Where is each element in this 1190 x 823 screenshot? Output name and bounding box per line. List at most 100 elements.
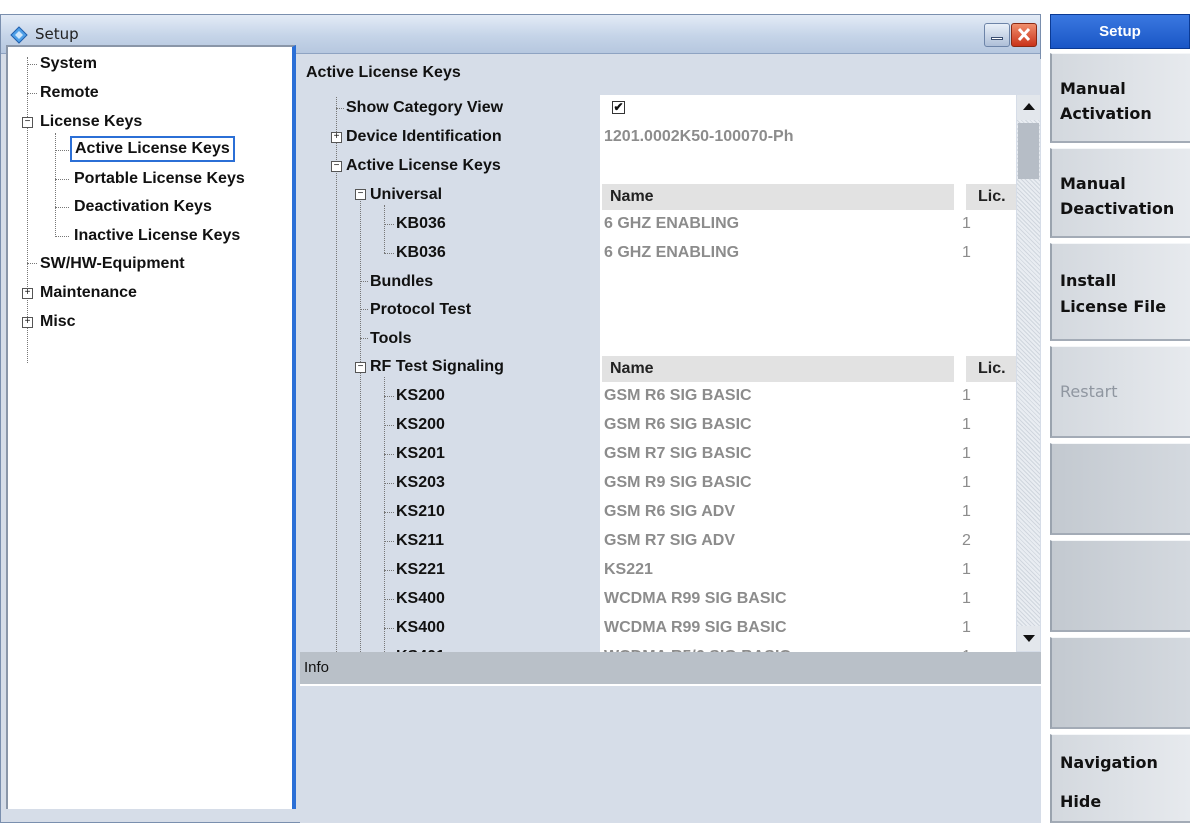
info-panel — [300, 684, 1041, 823]
panel-title: Active License Keys — [306, 64, 461, 81]
collapse-icon[interactable]: − — [22, 117, 33, 128]
panel-header: Active License Keys — [300, 59, 1041, 89]
softkey-bar: Setup Manual Activation Manual Deactivat… — [1041, 0, 1190, 823]
license-key-id[interactable]: KS401 — [396, 644, 445, 652]
expand-icon[interactable]: + — [331, 132, 342, 143]
arrow-down-icon — [1023, 635, 1035, 642]
license-count: 1 — [962, 416, 971, 433]
tree-connector — [384, 377, 385, 652]
tree-connector — [384, 541, 394, 542]
tree-connector — [384, 512, 394, 513]
license-name: GSM R7 SIG ADV — [604, 532, 735, 549]
column-header-name: Name — [610, 360, 654, 377]
tree-item-license-keys[interactable]: License Keys — [40, 109, 142, 135]
license-key-id[interactable]: KS210 — [396, 499, 445, 525]
tree-item-system[interactable]: System — [40, 51, 97, 77]
tree-item-misc[interactable]: Misc — [40, 309, 76, 335]
scroll-down-button[interactable] — [1017, 626, 1040, 651]
softkey-empty-3[interactable] — [1050, 637, 1190, 729]
tree-item-maintenance[interactable]: Maintenance — [40, 280, 137, 306]
license-key-id[interactable]: KB036 — [396, 240, 446, 266]
license-key-id[interactable]: KS201 — [396, 441, 445, 467]
tree-connector — [384, 396, 394, 397]
collapse-icon[interactable]: − — [355, 189, 366, 200]
license-key-id[interactable]: KS200 — [396, 383, 445, 409]
tree-connector — [55, 150, 69, 151]
close-button[interactable] — [1011, 23, 1037, 47]
active-license-keys-label[interactable]: Active License Keys — [346, 153, 501, 179]
value-cell — [600, 153, 1016, 182]
info-header: Info — [300, 652, 1041, 684]
tree-connector — [55, 236, 69, 237]
tree-item-inactive-license-keys[interactable]: Inactive License Keys — [74, 223, 240, 249]
license-count: 1 — [962, 445, 971, 462]
collapse-icon[interactable]: − — [355, 362, 366, 373]
license-count: 1 — [962, 644, 971, 652]
minimize-icon — [991, 37, 1003, 40]
license-count: 1 — [962, 503, 971, 520]
license-key-id[interactable]: KS221 — [396, 557, 445, 583]
softkey-header: Setup — [1050, 14, 1190, 49]
tree-item-sw-hw-equipment[interactable]: SW/HW-Equipment — [40, 251, 185, 277]
license-key-id[interactable]: KS203 — [396, 470, 445, 496]
tree-item-deactivation-keys[interactable]: Deactivation Keys — [74, 194, 212, 220]
license-key-id[interactable]: KS400 — [396, 586, 445, 612]
license-count: 2 — [962, 532, 971, 549]
softkey-empty-2[interactable] — [1050, 540, 1190, 632]
tree-connector — [384, 253, 394, 254]
license-name: 6 GHZ ENABLING — [604, 244, 740, 261]
navigation-hide-button[interactable]: Navigation Hide — [1050, 734, 1190, 823]
license-key-id[interactable]: KB036 — [396, 211, 446, 237]
tree-connector — [384, 570, 394, 571]
license-name: WCDMA R99 SIG BASIC — [604, 619, 787, 636]
license-name: GSM R6 SIG ADV — [604, 503, 735, 520]
tree-connector — [27, 263, 37, 264]
scroll-thumb[interactable] — [1018, 123, 1039, 179]
tools-label[interactable]: Tools — [370, 326, 411, 352]
tree-connector — [27, 93, 37, 94]
license-key-id[interactable]: KS200 — [396, 412, 445, 438]
manual-activation-button[interactable]: Manual Activation — [1050, 53, 1190, 143]
license-name: GSM R6 SIG BASIC — [604, 387, 752, 404]
universal-label[interactable]: Universal — [370, 182, 442, 208]
show-category-view-checkbox[interactable]: ✔ — [612, 101, 625, 114]
rf-test-signaling-label[interactable]: RF Test Signaling — [370, 354, 504, 380]
softkey-header-label: Setup — [1099, 23, 1141, 40]
license-table-panel: Show Category View ✔ + Device Identifica… — [300, 89, 1041, 652]
tree-connector — [27, 64, 37, 65]
protocol-test-label[interactable]: Protocol Test — [370, 297, 471, 323]
tree-item-portable-license-keys[interactable]: Portable License Keys — [74, 166, 245, 192]
navigation-tree: System Remote − License Keys Active Lice… — [6, 45, 296, 809]
column-header-lic: Lic. — [978, 188, 1006, 205]
collapse-icon[interactable]: − — [331, 161, 342, 172]
value-cell — [600, 95, 1016, 124]
restart-button[interactable]: Restart — [1050, 346, 1190, 438]
license-name: KS221 — [604, 561, 653, 578]
expand-icon[interactable]: + — [22, 288, 33, 299]
license-name: GSM R6 SIG BASIC — [604, 416, 752, 433]
license-key-id[interactable]: KS211 — [396, 528, 444, 554]
vertical-scrollbar[interactable] — [1017, 95, 1040, 651]
window-title: Setup — [35, 25, 79, 43]
license-name: 6 GHZ ENABLING — [604, 215, 740, 232]
softkey-empty-1[interactable] — [1050, 443, 1190, 535]
tree-item-active-license-keys[interactable]: Active License Keys — [70, 136, 235, 162]
license-name: GSM R7 SIG BASIC — [604, 445, 752, 462]
table-header: Name Lic. — [602, 356, 1016, 382]
license-key-id[interactable]: KS400 — [396, 615, 445, 641]
tree-connector — [384, 224, 394, 225]
column-header-lic: Lic. — [978, 360, 1006, 377]
manual-deactivation-button[interactable]: Manual Deactivation — [1050, 148, 1190, 238]
scroll-up-button[interactable] — [1017, 95, 1040, 120]
arrow-up-icon — [1023, 103, 1035, 110]
minimize-button[interactable] — [984, 23, 1010, 47]
install-license-file-button[interactable]: Install License File — [1050, 243, 1190, 341]
device-identification-label[interactable]: Device Identification — [346, 124, 502, 150]
bundles-label[interactable]: Bundles — [370, 269, 433, 295]
tree-connector — [55, 133, 56, 237]
license-name: GSM R9 SIG BASIC — [604, 474, 752, 491]
expand-icon[interactable]: + — [22, 317, 33, 328]
license-count: 1 — [962, 590, 971, 607]
tree-item-remote[interactable]: Remote — [40, 80, 99, 106]
tree-connector — [360, 196, 361, 652]
